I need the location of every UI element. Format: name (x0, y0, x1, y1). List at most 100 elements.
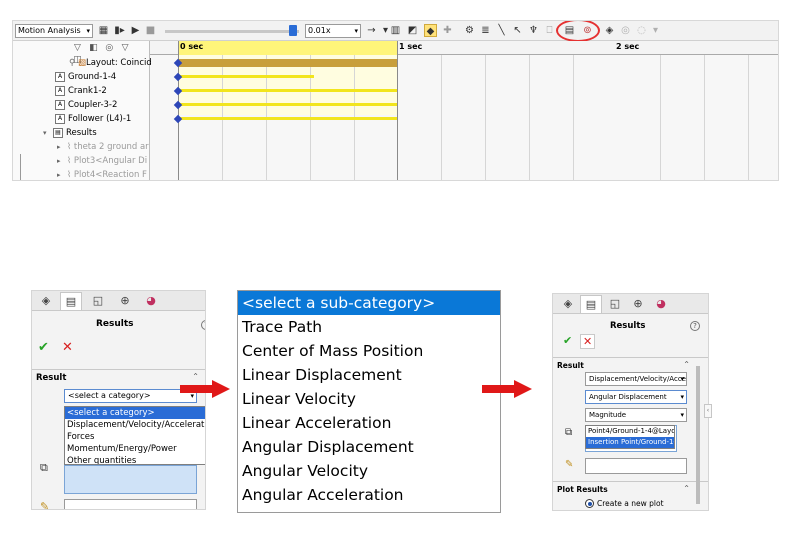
create-new-plot-radio[interactable] (585, 499, 594, 508)
save-animation-icon[interactable]: ▥ (389, 24, 402, 37)
display-manager-tab-icon[interactable]: ◕ (140, 292, 162, 310)
entity-list[interactable]: Point4/Ground-1-4@Layout Insertion Point… (585, 425, 675, 449)
play-from-start-icon[interactable]: ▮▸ (113, 24, 126, 37)
animation-wizard-icon[interactable]: ◩ (406, 24, 419, 37)
help-icon[interactable]: ? (201, 320, 205, 330)
stop-icon[interactable]: ■ (144, 24, 157, 37)
expand-caret-icon[interactable]: ▸ (57, 141, 67, 154)
filter-selected-icon[interactable]: ◎ (103, 42, 116, 54)
component-reference-icon: ✎ (40, 500, 50, 510)
tree-row-crank[interactable]: A Crank1-2 (55, 85, 107, 98)
ok-button[interactable]: ✔ (563, 334, 572, 347)
subcategory-option[interactable]: Linear Displacement (238, 363, 500, 387)
category-option[interactable]: <select a category> (65, 407, 205, 419)
dimxpert-tab-icon[interactable]: ⊕ (114, 292, 136, 310)
tree-row-plot3[interactable]: ▸ ⌇ Plot3<Angular Di (57, 155, 147, 168)
reference-selection-box[interactable] (64, 499, 197, 509)
help-icon[interactable]: ? (690, 321, 700, 331)
filter-driving-icon[interactable]: ◧ (87, 42, 100, 54)
subcategory-dropdown-list[interactable]: <select a sub-category> Trace Path Cente… (237, 290, 501, 513)
study-type-select[interactable]: Motion Analysis ▾ (15, 24, 93, 38)
autokey-icon[interactable]: ◆ (424, 24, 437, 37)
playback-slider-thumb[interactable] (289, 25, 297, 36)
arrow-head (514, 380, 532, 398)
tree-row-plot-theta[interactable]: ▸ ⌇ theta 2 ground ar (57, 141, 149, 154)
more-dropdown-icon[interactable]: ▾ (649, 24, 662, 37)
damper-icon[interactable]: ╲ (495, 24, 508, 37)
tree-row-coupler[interactable]: A Coupler-3-2 (55, 99, 117, 112)
playback-slider-track[interactable] (165, 30, 299, 33)
subcategory-option[interactable]: Angular Acceleration (238, 483, 500, 507)
subcategory-option[interactable]: Linear Acceleration (238, 411, 500, 435)
expand-caret-icon[interactable]: ▸ (57, 155, 67, 168)
property-manager-tab-icon[interactable]: ▤ (60, 292, 82, 310)
key-bar-layout[interactable] (179, 59, 397, 67)
ok-button[interactable]: ✔ (38, 340, 49, 355)
feature-manager-tab-icon[interactable]: ◈ (557, 295, 579, 313)
tree-row-layout[interactable]: ⚲ ▧Layout: Coincid (69, 57, 152, 70)
subcategory-select[interactable]: Angular Displacement ▾ (585, 390, 687, 404)
change-bar-coupler[interactable] (179, 103, 397, 106)
subcategory-option[interactable]: Linear Velocity (238, 387, 500, 411)
tree-row-plot4[interactable]: ▸ ⌇ Plot4<Reaction F (57, 169, 147, 180)
category-option[interactable]: Other quantities (65, 455, 205, 464)
spring-icon[interactable]: ≣ (479, 24, 492, 37)
category-select[interactable]: <select a category> ▾ (64, 389, 197, 403)
simulation-setup-icon[interactable]: ◈ (603, 24, 616, 37)
playback-mode-icon[interactable]: → (365, 24, 378, 37)
category-select[interactable]: Displacement/Velocity/Acce ▾ (585, 372, 687, 386)
collapse-caret-icon[interactable]: ▾ (43, 127, 53, 140)
part-selection-icon: ⧉ (565, 427, 573, 438)
add-key-icon[interactable]: ✚ (441, 24, 454, 37)
change-bar-crank[interactable] (179, 89, 397, 92)
calculate-icon[interactable]: ▦ (97, 24, 110, 37)
entity-item[interactable]: Insertion Point/Ground-1-4 (586, 437, 674, 448)
tree-row-label: Coupler-3-2 (68, 100, 118, 110)
chevron-up-icon[interactable]: ⌃ (683, 360, 690, 369)
expand-caret-icon[interactable]: ▸ (57, 169, 67, 180)
plot-results-section-header[interactable]: Plot Results ⌃ (553, 481, 708, 497)
entity-selection-box[interactable] (64, 465, 197, 494)
change-bar-follower[interactable] (179, 117, 397, 120)
tree-row-follower[interactable]: A Follower (L4)-1 (55, 113, 131, 126)
category-option[interactable]: Displacement/Velocity/Acceleration (65, 419, 205, 431)
display-manager-tab-icon[interactable]: ◕ (650, 295, 672, 313)
motion-optimization-icon[interactable]: ◎ (619, 24, 632, 37)
contact-icon[interactable]: ♆ (527, 24, 540, 37)
playback-speed-select[interactable]: 0.01x ▾ (305, 24, 361, 38)
dimxpert-tab-icon[interactable]: ⊕ (627, 295, 649, 313)
sensor-icon[interactable]: ◌ (635, 24, 648, 37)
subcategory-option[interactable]: Center of Mass Position (238, 339, 500, 363)
motor-icon[interactable]: ⚙ (463, 24, 476, 37)
category-dropdown-list[interactable]: <select a category> Displacement/Velocit… (64, 406, 205, 465)
timeline-playhead-line[interactable] (397, 41, 398, 180)
result-section-header[interactable]: Result ⌃ (553, 357, 708, 373)
filter-animated-icon[interactable]: ▽ (71, 42, 84, 54)
gravity-icon[interactable]: ⎕ (543, 24, 556, 37)
tree-row-results[interactable]: ▾ ▤ Results (43, 127, 97, 140)
configuration-manager-tab-icon[interactable]: ◱ (87, 292, 109, 310)
configuration-manager-tab-icon[interactable]: ◱ (604, 295, 626, 313)
subcategory-option[interactable]: Angular Velocity (238, 459, 500, 483)
category-option[interactable]: Momentum/Energy/Power (65, 443, 205, 455)
force-icon[interactable]: ↖ (511, 24, 524, 37)
filter-results-icon[interactable]: ▽ (119, 42, 132, 54)
cancel-button[interactable]: ✕ (62, 340, 73, 355)
component-select[interactable]: Magnitude ▾ (585, 408, 687, 422)
reference-selection-box[interactable] (585, 458, 687, 474)
timeline-area[interactable]: 0 sec 1 sec 2 sec (150, 41, 778, 180)
entity-item[interactable]: Point4/Ground-1-4@Layout (586, 426, 674, 437)
tree-row-ground[interactable]: A Ground-1-4 (55, 71, 116, 84)
play-icon[interactable]: ▶ (129, 24, 142, 37)
chevron-up-icon[interactable]: ⌃ (683, 484, 690, 493)
subcategory-option[interactable]: Trace Path (238, 315, 500, 339)
change-bar-ground[interactable] (179, 75, 314, 78)
subcategory-option[interactable]: <select a sub-category> (238, 291, 500, 315)
property-manager-tab-icon[interactable]: ▤ (580, 295, 602, 313)
collapse-panel-icon[interactable]: ‹ (704, 404, 712, 418)
feature-manager-tab-icon[interactable]: ◈ (35, 292, 57, 310)
cancel-button[interactable]: ✕ (580, 334, 596, 349)
category-option[interactable]: Forces (65, 431, 205, 443)
subcategory-option[interactable]: Angular Displacement (238, 435, 500, 459)
panel-scrollbar[interactable] (696, 366, 700, 504)
